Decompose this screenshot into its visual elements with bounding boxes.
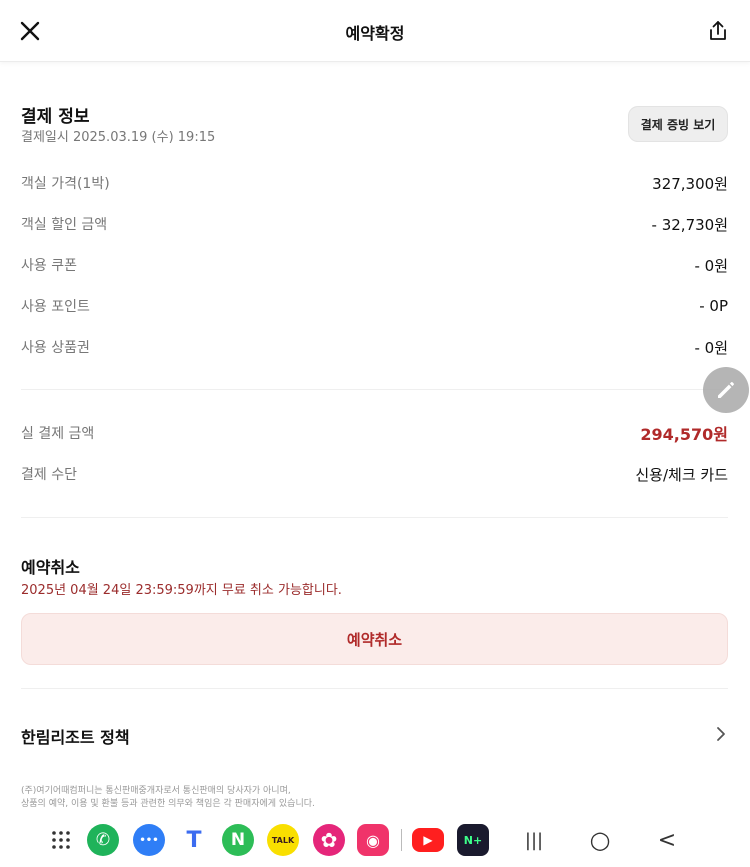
view-receipt-button[interactable]: 결제 증빙 보기 bbox=[628, 106, 728, 142]
system-navigation-bar: ✆ ••• T N TALK ✿ ◉ ▶ N+ ||| ○ < bbox=[0, 817, 750, 867]
price-row-gift-card: 사용 상품권 - 0원 bbox=[21, 335, 728, 359]
row-label: 객실 할인 금액 bbox=[21, 217, 108, 233]
page-title: 예약확정 bbox=[345, 24, 405, 43]
payment-method-row: 결제 수단 신용/체크 카드 bbox=[21, 462, 728, 486]
footer-disclaimer-line-1: (주)여기어때컴퍼니는 통신판매중개자로서 통신판매의 당사자가 아니며, bbox=[21, 786, 291, 796]
row-value: - 0원 bbox=[694, 256, 728, 275]
actual-payment-amount: 294,570원 bbox=[640, 425, 728, 444]
cancel-section-title: 예약취소 bbox=[21, 558, 80, 577]
footer-disclaimer-line-2: 상품의 예약, 이용 및 환불 등과 관련한 의무와 책임은 각 판매자에게 있… bbox=[21, 799, 315, 809]
naver-app-icon[interactable]: N bbox=[222, 824, 254, 856]
top-app-bar: 예약확정 bbox=[0, 0, 750, 62]
row-label: 객실 가격(1박) bbox=[21, 176, 110, 192]
free-cancel-notice: 2025년 04월 24일 23:59:59까지 무료 취소 가능합니다. bbox=[21, 583, 342, 598]
camera-app-icon[interactable]: ◉ bbox=[357, 824, 389, 856]
cancel-reservation-button[interactable]: 예약취소 bbox=[21, 613, 728, 665]
dock-separator bbox=[401, 829, 402, 851]
resort-policy-link[interactable]: 한림리조트 정책 bbox=[21, 720, 728, 752]
price-row-coupon: 사용 쿠폰 - 0원 bbox=[21, 253, 728, 277]
share-icon[interactable] bbox=[706, 19, 730, 43]
row-value: 327,300원 bbox=[652, 174, 728, 193]
kakaotalk-app-icon[interactable]: TALK bbox=[267, 824, 299, 856]
divider bbox=[21, 517, 728, 518]
price-row-room: 객실 가격(1박) 327,300원 bbox=[21, 171, 728, 195]
payment-datetime: 결제일시 2025.03.19 (수) 19:15 bbox=[21, 130, 216, 145]
payment-info-title: 결제 정보 bbox=[21, 107, 90, 127]
actual-payment-label: 실 결제 금액 bbox=[21, 426, 95, 442]
row-label: 사용 포인트 bbox=[21, 299, 90, 315]
actual-payment-row: 실 결제 금액 294,570원 bbox=[21, 421, 728, 445]
resort-policy-label: 한림리조트 정책 bbox=[21, 728, 130, 747]
back-icon[interactable]: < bbox=[651, 824, 683, 856]
home-icon[interactable]: ○ bbox=[584, 824, 616, 856]
divider bbox=[21, 389, 728, 390]
price-row-points: 사용 포인트 - 0P bbox=[21, 294, 728, 318]
row-value: - 0P bbox=[699, 297, 728, 315]
price-row-discount: 객실 할인 금액 - 32,730원 bbox=[21, 212, 728, 236]
edit-pencil-icon[interactable] bbox=[703, 367, 749, 413]
recents-icon[interactable]: ||| bbox=[518, 824, 550, 856]
row-label: 사용 쿠폰 bbox=[21, 258, 77, 274]
tmap-app-icon[interactable]: T bbox=[178, 824, 210, 856]
messages-app-icon[interactable]: ••• bbox=[133, 824, 165, 856]
row-value: - 0원 bbox=[694, 338, 728, 357]
row-label: 사용 상품권 bbox=[21, 340, 90, 356]
apps-grid-icon[interactable] bbox=[45, 824, 77, 856]
chevron-right-icon bbox=[714, 726, 728, 746]
youtube-app-icon[interactable]: ▶ bbox=[412, 828, 444, 852]
phone-app-icon[interactable]: ✆ bbox=[87, 824, 119, 856]
divider bbox=[21, 688, 728, 689]
payment-method-label: 결제 수단 bbox=[21, 467, 77, 483]
row-value: - 32,730원 bbox=[651, 215, 728, 234]
naver-plus-app-icon[interactable]: N+ bbox=[457, 824, 489, 856]
flower-app-icon[interactable]: ✿ bbox=[313, 824, 345, 856]
payment-method-value: 신용/체크 카드 bbox=[635, 465, 728, 484]
